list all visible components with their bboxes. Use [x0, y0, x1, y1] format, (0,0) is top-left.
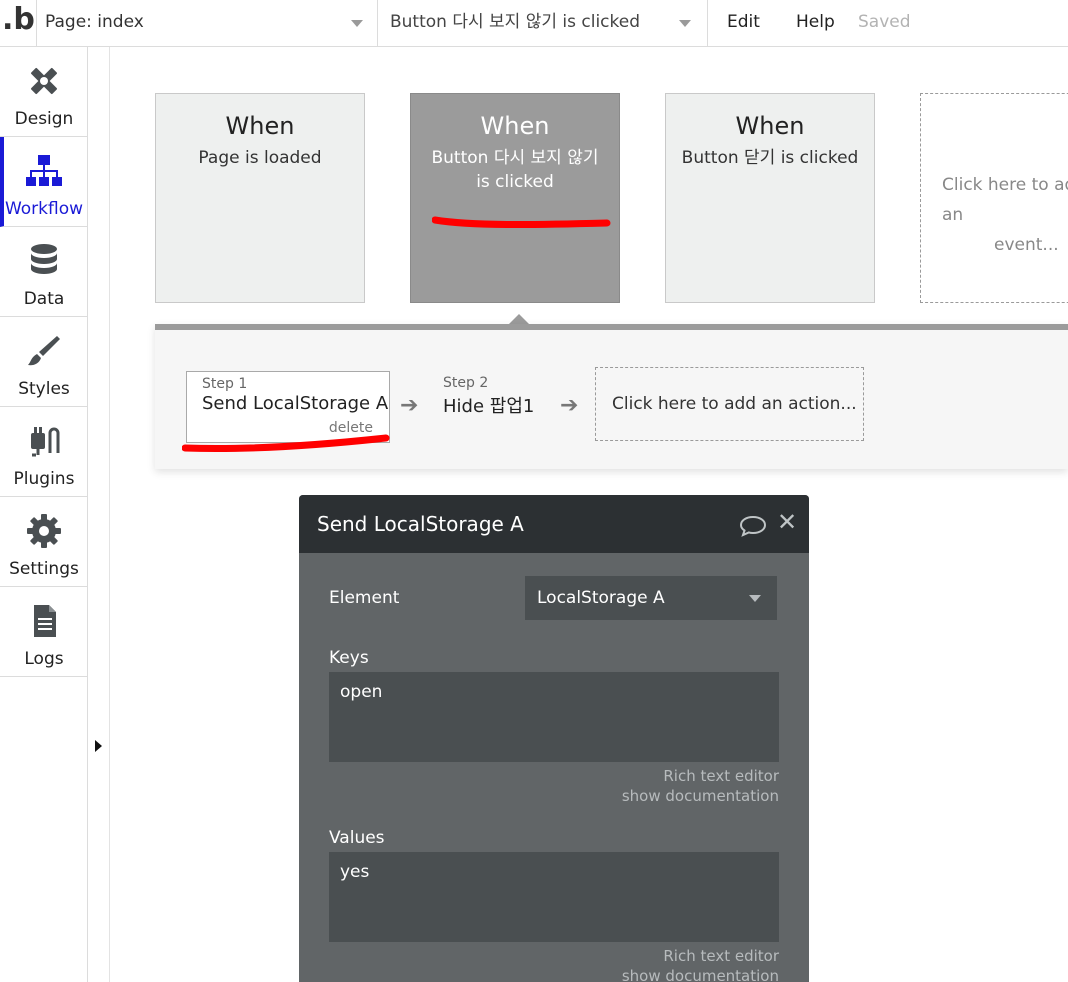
- sidebar-item-label: Styles: [18, 379, 70, 399]
- show-documentation-link[interactable]: show documentation: [479, 966, 779, 982]
- editor-header[interactable]: Send LocalStorage A ✕: [299, 495, 809, 553]
- chevron-down-icon: [679, 20, 691, 27]
- event-when-label: When: [735, 112, 805, 140]
- document-icon: [34, 605, 56, 637]
- plugin-icon: [31, 427, 60, 457]
- bubble-logo[interactable]: .b: [0, 0, 36, 46]
- element-select-value: LocalStorage A: [537, 588, 665, 608]
- sidebar-item-settings[interactable]: Settings: [0, 497, 88, 587]
- sidebar-item-plugins[interactable]: Plugins: [0, 407, 88, 497]
- red-underline-annotation: [182, 434, 390, 452]
- sidebar-item-label: Settings: [9, 559, 79, 579]
- event-selector[interactable]: Button 다시 보지 않기 is clicked: [377, 0, 707, 46]
- sidebar-item-workflow[interactable]: Workflow: [0, 137, 88, 227]
- sidebar-gutter: [88, 47, 110, 982]
- event-card-page-loaded[interactable]: When Page is loaded: [155, 93, 365, 303]
- event-description: Button 다시 보지 않기 is clicked: [431, 148, 599, 192]
- add-event-label: event...: [994, 235, 1059, 255]
- expand-arrow-icon[interactable]: [95, 740, 102, 752]
- sidebar-item-design[interactable]: Design: [0, 47, 88, 137]
- gear-icon: [27, 514, 61, 548]
- event-description: Button 닫기 is clicked: [681, 148, 859, 168]
- event-description: Page is loaded: [198, 148, 322, 168]
- sidebar-item-label: Workflow: [4, 199, 84, 219]
- values-input[interactable]: yes: [329, 852, 779, 942]
- red-underline-annotation: [432, 216, 611, 229]
- step-label: Step 1: [202, 376, 248, 392]
- property-editor: Send LocalStorage A ✕ Element LocalStora…: [299, 495, 809, 982]
- event-when-label: When: [480, 112, 550, 140]
- sidebar-item-label: Plugins: [13, 469, 75, 489]
- brush-icon: [28, 336, 60, 366]
- element-label: Element: [329, 588, 400, 608]
- keys-input[interactable]: open: [329, 672, 779, 762]
- workflow-icon: [26, 155, 62, 186]
- app-window: .b Page: index Button 다시 보지 않기 is clicke…: [0, 0, 1068, 982]
- page-selector-label: Page: index: [45, 12, 144, 32]
- add-event-label: Click here to add an: [942, 175, 1068, 225]
- sidebar-item-styles[interactable]: Styles: [0, 317, 88, 407]
- sidebar-item-label: Data: [23, 289, 65, 309]
- menu-help[interactable]: Help: [796, 0, 835, 46]
- step-2-card[interactable]: Step 2 Hide 팝업1: [443, 371, 563, 443]
- database-icon: [31, 244, 57, 274]
- rich-text-editor-link[interactable]: Rich text editor: [479, 766, 779, 786]
- editor-title: Send LocalStorage A: [317, 512, 524, 536]
- page-selector[interactable]: Page: index: [36, 0, 377, 46]
- sidebar: Design Workflow Data Styles Plugins Sett…: [0, 47, 88, 982]
- save-status: Saved: [858, 12, 911, 32]
- chevron-down-icon: [351, 20, 363, 27]
- step-label: Step 2: [443, 375, 489, 391]
- step-title: Hide 팝업1: [443, 396, 535, 417]
- add-event-button[interactable]: Click here to add an event...: [920, 93, 1068, 303]
- sidebar-item-label: Logs: [24, 649, 64, 669]
- arrow-right-icon: ➔: [560, 393, 579, 418]
- comment-icon[interactable]: [739, 515, 767, 537]
- close-icon[interactable]: ✕: [777, 510, 799, 534]
- event-selector-label: Button 다시 보지 않기 is clicked: [390, 12, 641, 32]
- event-when-label: When: [225, 112, 295, 140]
- sidebar-item-data[interactable]: Data: [0, 227, 88, 317]
- menu-edit[interactable]: Edit: [707, 0, 783, 46]
- element-select[interactable]: LocalStorage A: [525, 576, 777, 620]
- add-action-button[interactable]: Click here to add an action...: [595, 367, 864, 441]
- chevron-down-icon: [749, 595, 761, 602]
- event-card-button-clicked[interactable]: When Button 다시 보지 않기 is clicked: [410, 93, 620, 303]
- event-card-close-clicked[interactable]: When Button 닫기 is clicked: [665, 93, 875, 303]
- sidebar-item-logs[interactable]: Logs: [0, 587, 88, 677]
- sidebar-item-label: Design: [14, 109, 74, 129]
- step-title: Send LocalStorage A: [202, 393, 389, 414]
- top-bar: .b Page: index Button 다시 보지 않기 is clicke…: [0, 0, 1068, 47]
- keys-label: Keys: [329, 648, 369, 668]
- values-label: Values: [329, 828, 385, 848]
- design-icon: [30, 67, 58, 95]
- rich-text-editor-link[interactable]: Rich text editor: [479, 946, 779, 966]
- show-documentation-link[interactable]: show documentation: [479, 786, 779, 806]
- arrow-right-icon: ➔: [400, 393, 419, 418]
